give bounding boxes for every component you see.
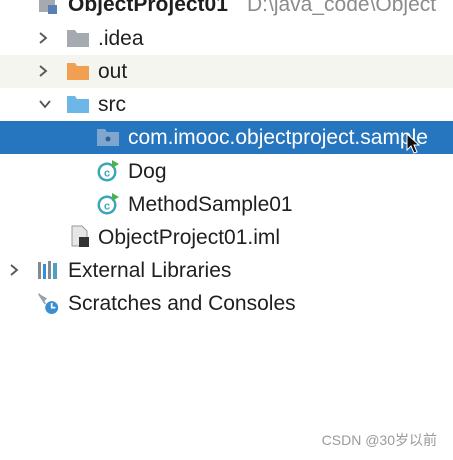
module-icon [36,0,60,17]
chevron-right-icon[interactable] [33,61,53,81]
chevron-down-icon[interactable] [35,94,55,114]
package-icon [96,125,120,149]
watermark-text: CSDN @30岁以前 [321,432,437,448]
folder-orange-icon [66,59,90,83]
folder-icon [66,26,90,50]
tree-row-method-sample[interactable]: c MethodSample01 [0,188,453,221]
tree-item-label: Dog [128,160,167,183]
tree-row-iml[interactable]: ObjectProject01.iml [0,221,453,254]
scratches-icon [36,291,60,315]
tree-item-label: .idea [98,27,144,50]
tree-row-dog[interactable]: c Dog [0,155,453,188]
tree-item-label: MethodSample01 [128,193,293,216]
chevron-right-icon[interactable] [4,260,24,280]
tree-row-idea[interactable]: .idea [0,22,453,55]
tree-item-label: com.imooc.objectproject.sample [128,126,428,149]
root-project-path: D:\java_code\Object [247,0,437,16]
chevron-right-icon[interactable] [33,28,53,48]
svg-text:c: c [104,168,110,180]
java-class-icon: c [96,159,120,183]
svg-text:c: c [104,201,110,213]
tree-item-label: Scratches and Consoles [68,292,296,315]
root-project-name: ObjectProject01 [68,0,228,16]
java-class-icon: c [96,192,120,216]
module-file-icon [68,225,92,249]
tree-item-label: External Libraries [68,259,232,282]
tree-row-scratches[interactable]: Scratches and Consoles [0,287,453,320]
tree-row-root[interactable]: ObjectProject01 D:\java_code\Object [0,0,453,21]
mouse-cursor-icon [405,133,421,155]
libraries-icon [36,258,60,282]
tree-row-package[interactable]: com.imooc.objectproject.sample [0,121,453,154]
source-folder-icon [66,92,90,116]
tree-item-label: out [98,60,128,83]
tree-row-out[interactable]: out [0,55,453,88]
tree-row-src[interactable]: src [0,88,453,121]
tree-row-external-libraries[interactable]: External Libraries [0,254,453,287]
tree-item-label: ObjectProject01.iml [98,226,281,249]
project-tree-panel: ObjectProject01 D:\java_code\Object .ide… [0,0,453,460]
tree-item-label: src [98,93,126,116]
